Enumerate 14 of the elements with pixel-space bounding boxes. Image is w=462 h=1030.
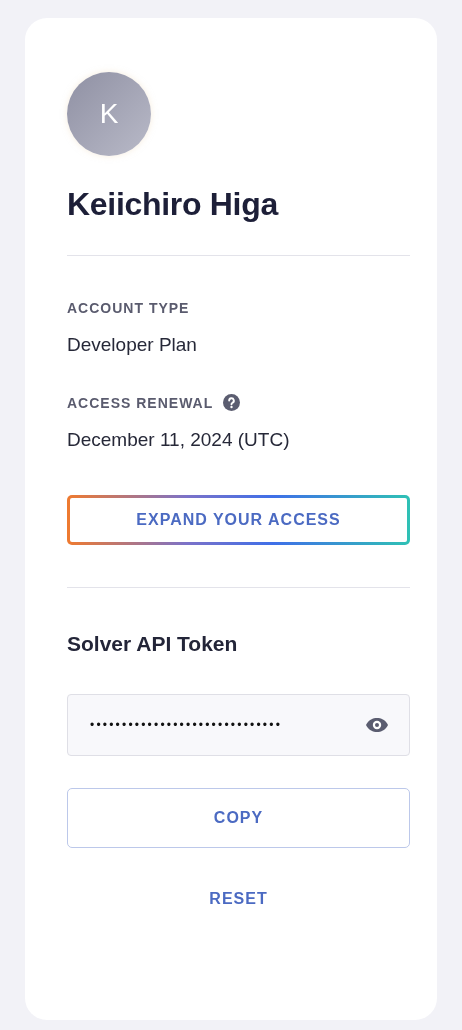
user-name: Keiichiro Higa — [67, 186, 280, 223]
field-label: ACCESS RENEWAL — [67, 394, 214, 411]
field-value: December 11, 2024 (UTC) — [67, 429, 291, 451]
eye-icon[interactable] — [365, 717, 389, 733]
help-icon[interactable] — [223, 394, 241, 411]
copy-button[interactable]: COPY — [67, 788, 410, 848]
field-value: Developer Plan — [67, 334, 198, 356]
expand-access-button[interactable]: EXPAND YOUR ACCESS — [67, 495, 410, 545]
reset-button[interactable]: RESET — [201, 886, 276, 912]
token-field[interactable]: •••••••••••••••••••••••••••••• — [67, 694, 410, 756]
token-title: Solver API Token — [67, 632, 239, 656]
field-label: ACCOUNT TYPE — [67, 300, 190, 316]
masked-token: •••••••••••••••••••••••••••••• — [90, 718, 283, 732]
avatar: K — [67, 72, 151, 156]
